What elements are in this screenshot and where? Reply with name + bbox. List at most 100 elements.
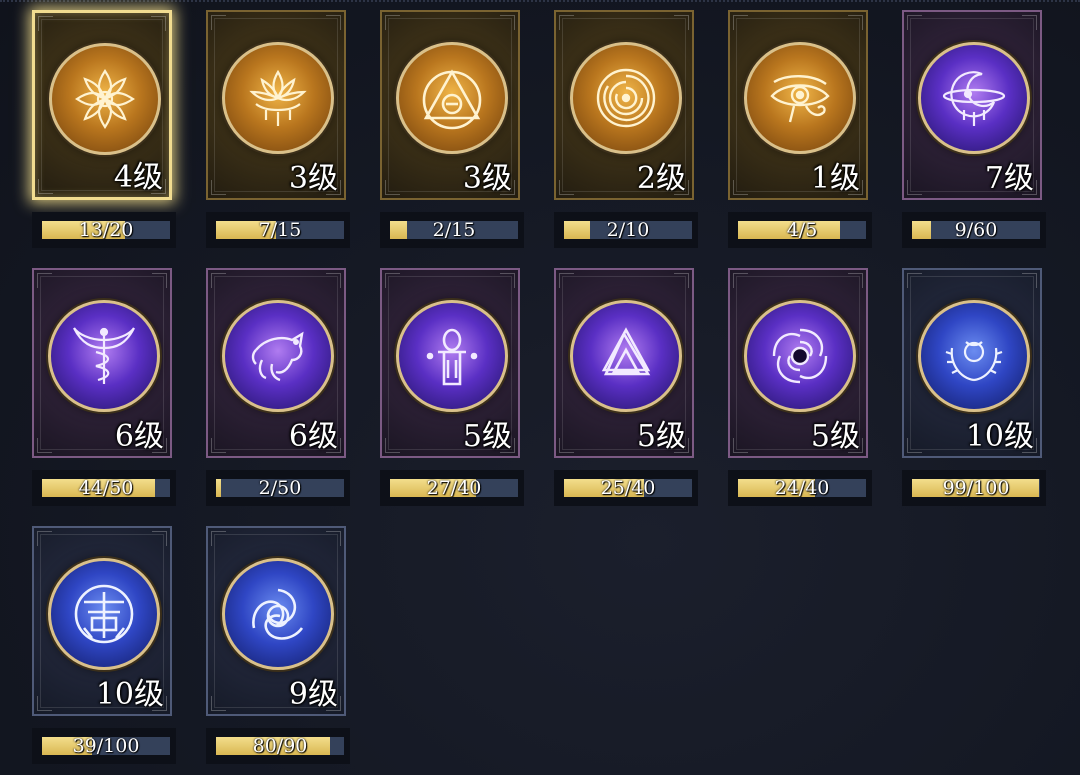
frame-corner	[674, 273, 689, 288]
item-card[interactable]: 5级	[554, 268, 694, 458]
progress-bar: 99/100	[912, 479, 1040, 497]
progress-bar: 25/40	[564, 479, 692, 497]
item-level: 6级	[114, 419, 164, 454]
collection-item[interactable]: 10级 99/100	[900, 266, 1048, 510]
progress-panel: 24/40	[728, 470, 872, 506]
progress-text: 24/40	[774, 479, 830, 497]
collection-item[interactable]: 10级 39/100	[30, 524, 178, 768]
item-card[interactable]: 6级	[206, 268, 346, 458]
frame-corner	[848, 15, 863, 30]
item-card[interactable]: 5级	[728, 268, 868, 458]
frame-corner	[500, 15, 515, 30]
progress-bar: 2/50	[216, 479, 344, 497]
collection-item[interactable]: 7级 9/60	[900, 8, 1048, 252]
progress-text: 25/40	[600, 479, 656, 497]
progress-bar: 2/15	[390, 221, 518, 239]
frame-corner	[907, 438, 922, 453]
frame-corner	[500, 273, 515, 288]
progress-text: 9/60	[954, 221, 998, 239]
item-card[interactable]: 2级	[554, 10, 694, 200]
item-card[interactable]: 10级	[902, 268, 1042, 458]
progress-panel: 27/40	[380, 470, 524, 506]
frame-corner	[907, 180, 922, 195]
selected-item-card[interactable]: 4级	[32, 10, 172, 200]
progress-panel: 2/10	[554, 212, 698, 248]
frame-corner	[907, 273, 922, 288]
item-card[interactable]: 3级	[380, 10, 520, 200]
progress-text: 80/90	[252, 737, 308, 755]
progress-panel: 80/90	[206, 728, 350, 764]
progress-text: 27/40	[426, 479, 482, 497]
valknut-icon	[570, 300, 682, 412]
lotus-flower-icon	[49, 43, 161, 155]
collection-item[interactable]: 3级 7/15	[204, 8, 352, 252]
progress-panel: 9/60	[902, 212, 1046, 248]
progress-bar: 7/15	[216, 221, 344, 239]
collection-item[interactable]: 5级 27/40	[378, 266, 526, 510]
item-card[interactable]: 7级	[902, 10, 1042, 200]
progress-text: 44/50	[78, 479, 134, 497]
progress-bar: 13/20	[42, 221, 170, 239]
progress-panel: 2/50	[206, 470, 350, 506]
collection-item[interactable]: 6级 2/50	[204, 266, 352, 510]
progress-text: 4/5	[786, 221, 818, 239]
progress-text: 7/15	[258, 221, 302, 239]
frame-corner	[385, 180, 400, 195]
item-card[interactable]: 3级	[206, 10, 346, 200]
item-card[interactable]: 6级	[32, 268, 172, 458]
frame-corner	[152, 273, 167, 288]
progress-text: 2/10	[606, 221, 650, 239]
progress-panel: 39/100	[32, 728, 176, 764]
frame-corner	[326, 15, 341, 30]
frame-corner	[37, 273, 52, 288]
item-card[interactable]: 5级	[380, 268, 520, 458]
collection-item[interactable]: 2级 2/10	[552, 8, 700, 252]
frame-corner	[733, 438, 748, 453]
item-card[interactable]: 9级	[206, 526, 346, 716]
frame-corner	[37, 696, 52, 711]
frame-corner	[907, 15, 922, 30]
item-level: 3级	[288, 161, 338, 196]
item-level: 9级	[288, 677, 338, 712]
progress-text: 39/100	[72, 737, 140, 755]
progress-bar: 9/60	[912, 221, 1040, 239]
frame-corner	[326, 531, 341, 546]
progress-text: 2/50	[258, 479, 302, 497]
frame-corner	[211, 180, 226, 195]
collection-item[interactable]: 6级 44/50	[30, 266, 178, 510]
progress-text: 13/20	[78, 221, 134, 239]
progress-panel: 2/15	[380, 212, 524, 248]
frame-corner	[211, 438, 226, 453]
collection-item[interactable]: 5级 24/40	[726, 266, 874, 510]
frame-corner	[674, 15, 689, 30]
laurel-moon-icon	[918, 300, 1030, 412]
frame-corner	[38, 179, 53, 194]
progress-panel: 7/15	[206, 212, 350, 248]
frame-corner	[152, 531, 167, 546]
frame-corner	[733, 180, 748, 195]
collection-item[interactable]: 9级 80/90	[204, 524, 352, 768]
collection-item[interactable]: 5级 25/40	[552, 266, 700, 510]
item-level: 5级	[810, 419, 860, 454]
item-level: 7级	[984, 161, 1034, 196]
frame-corner	[1022, 273, 1037, 288]
progress-bar: 24/40	[738, 479, 866, 497]
progress-text: 2/15	[432, 221, 476, 239]
progress-panel: 25/40	[554, 470, 698, 506]
frame-corner	[211, 15, 226, 30]
item-level: 4级	[113, 160, 163, 195]
progress-panel: 99/100	[902, 470, 1046, 506]
item-level: 6级	[288, 419, 338, 454]
frame-corner	[385, 438, 400, 453]
collection-item[interactable]: 4级 13/20	[30, 8, 178, 252]
frame-corner	[211, 531, 226, 546]
collection-item[interactable]: 1级 4/5	[726, 8, 874, 252]
progress-bar: 80/90	[216, 737, 344, 755]
top-divider	[0, 0, 1080, 6]
frame-corner	[326, 273, 341, 288]
item-card[interactable]: 1级	[728, 10, 868, 200]
item-card[interactable]: 10级	[32, 526, 172, 716]
collection-item[interactable]: 3级 2/15	[378, 8, 526, 252]
frame-corner	[37, 531, 52, 546]
frame-corner	[1022, 15, 1037, 30]
